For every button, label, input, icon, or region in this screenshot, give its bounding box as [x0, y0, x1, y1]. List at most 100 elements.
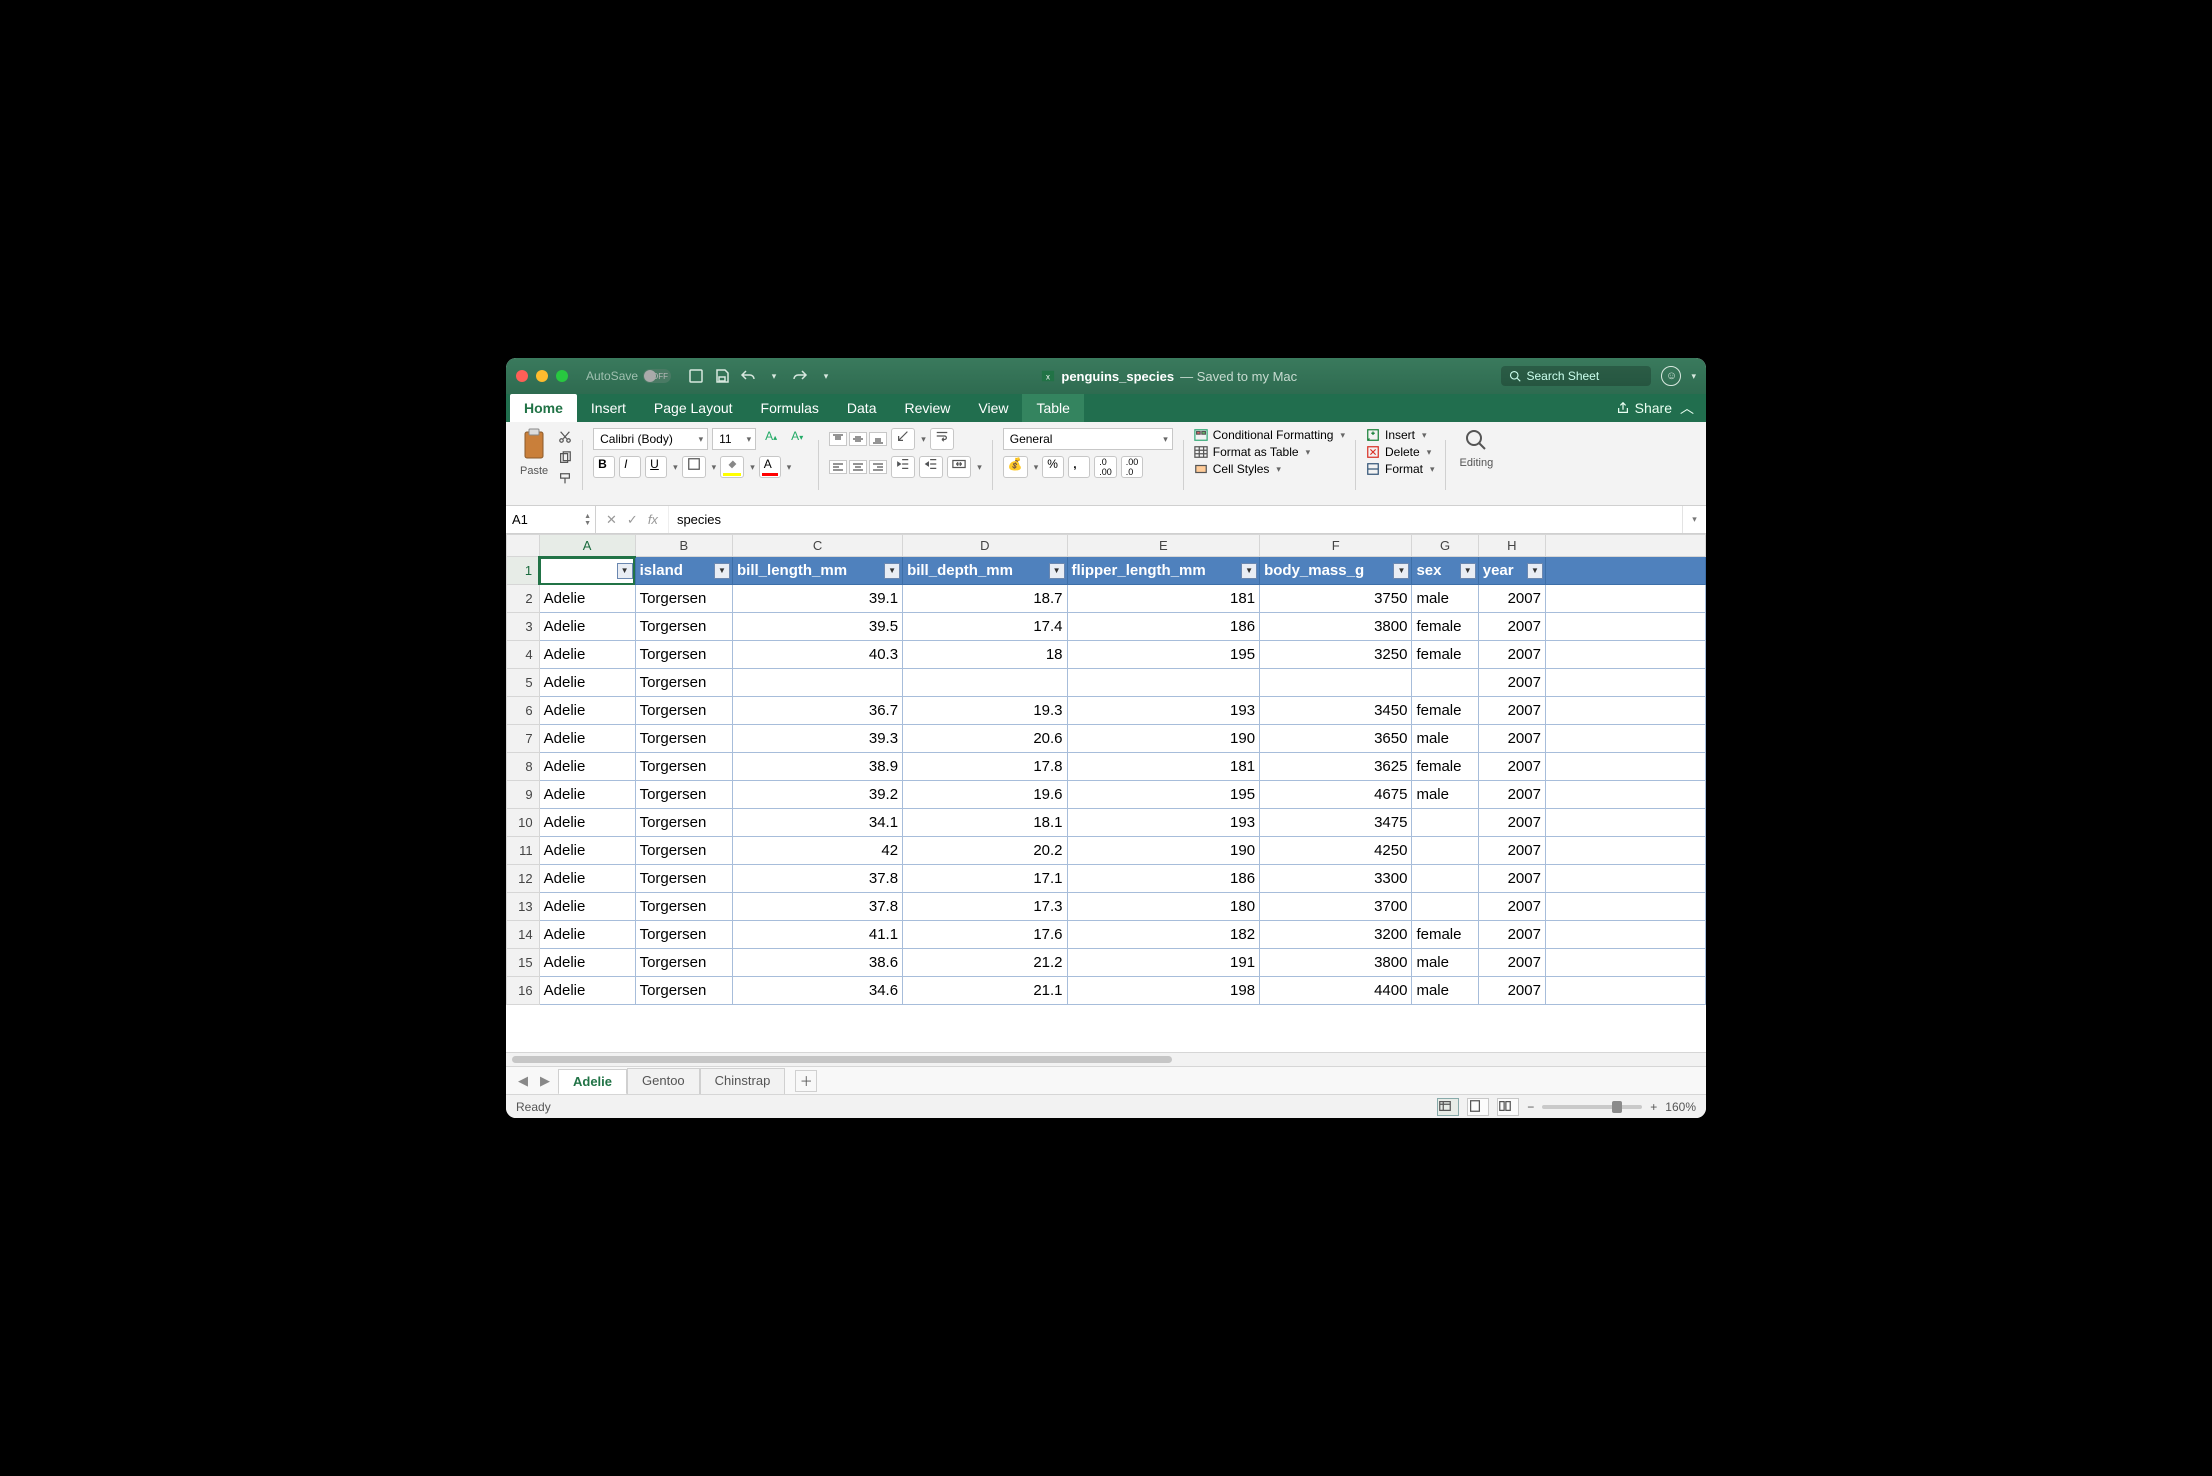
filter-dropdown-icon[interactable]: ▼: [1393, 563, 1409, 579]
zoom-out-button[interactable]: −: [1527, 1100, 1534, 1114]
cell[interactable]: 41.1: [733, 921, 903, 949]
cell[interactable]: Adelie: [539, 613, 635, 641]
cell[interactable]: 2007: [1478, 585, 1545, 613]
cell[interactable]: female: [1412, 921, 1478, 949]
cell[interactable]: Torgersen: [635, 697, 732, 725]
cell[interactable]: male: [1412, 781, 1478, 809]
cell[interactable]: 17.4: [903, 613, 1067, 641]
cell[interactable]: [1545, 977, 1705, 1005]
format-painter-icon[interactable]: [558, 472, 572, 489]
filter-dropdown-icon[interactable]: ▼: [884, 563, 900, 579]
cut-icon[interactable]: [558, 430, 572, 447]
column-header[interactable]: F: [1260, 535, 1412, 557]
table-header-cell[interactable]: year▼: [1478, 557, 1545, 585]
font-size-select[interactable]: 11: [712, 428, 756, 450]
search-sheet-input[interactable]: Search Sheet: [1501, 366, 1651, 386]
cell[interactable]: Torgersen: [635, 753, 732, 781]
cell[interactable]: 37.8: [733, 865, 903, 893]
font-name-select[interactable]: Calibri (Body): [593, 428, 708, 450]
cell[interactable]: 39.1: [733, 585, 903, 613]
cell[interactable]: 186: [1067, 865, 1260, 893]
cell[interactable]: [733, 669, 903, 697]
cell[interactable]: female: [1412, 613, 1478, 641]
align-left-icon[interactable]: [829, 460, 847, 474]
collapse-ribbon-icon[interactable]: ︿: [1680, 398, 1694, 418]
cell[interactable]: [1545, 949, 1705, 977]
row-header[interactable]: 12: [507, 865, 540, 893]
cell[interactable]: Adelie: [539, 893, 635, 921]
cell[interactable]: female: [1412, 641, 1478, 669]
percent-format-icon[interactable]: %: [1042, 456, 1064, 478]
cell[interactable]: [1545, 921, 1705, 949]
cell[interactable]: 17.3: [903, 893, 1067, 921]
comma-format-icon[interactable]: ,: [1068, 456, 1090, 478]
cell[interactable]: [1545, 669, 1705, 697]
cell[interactable]: 20.6: [903, 725, 1067, 753]
cell[interactable]: 193: [1067, 809, 1260, 837]
copy-icon[interactable]: [558, 451, 572, 468]
cell[interactable]: [1545, 557, 1705, 585]
cell[interactable]: 191: [1067, 949, 1260, 977]
cell[interactable]: Torgersen: [635, 641, 732, 669]
table-header-cell[interactable]: bill_depth_mm▼: [903, 557, 1067, 585]
cell[interactable]: 17.1: [903, 865, 1067, 893]
cell[interactable]: [1545, 641, 1705, 669]
cell[interactable]: 3200: [1260, 921, 1412, 949]
cancel-formula-icon[interactable]: ✕: [606, 512, 617, 528]
cell[interactable]: [1412, 893, 1478, 921]
cell[interactable]: 37.8: [733, 893, 903, 921]
decrease-decimal-icon[interactable]: .00.0: [1121, 456, 1144, 478]
row-header[interactable]: 4: [507, 641, 540, 669]
cell[interactable]: male: [1412, 949, 1478, 977]
cell[interactable]: 36.7: [733, 697, 903, 725]
cell-styles-button[interactable]: Cell Styles▾: [1194, 462, 1345, 476]
table-header-cell[interactable]: flipper_length_mm▼: [1067, 557, 1260, 585]
sheet-tab[interactable]: Adelie: [558, 1069, 627, 1095]
redo-icon[interactable]: [789, 365, 811, 387]
cell[interactable]: Adelie: [539, 921, 635, 949]
cell[interactable]: 195: [1067, 781, 1260, 809]
row-header[interactable]: 8: [507, 753, 540, 781]
cell[interactable]: 2007: [1478, 893, 1545, 921]
cell[interactable]: [1545, 697, 1705, 725]
ribbon-tab-data[interactable]: Data: [833, 394, 891, 422]
cell[interactable]: Torgersen: [635, 865, 732, 893]
cell[interactable]: 186: [1067, 613, 1260, 641]
cell[interactable]: Adelie: [539, 809, 635, 837]
cell[interactable]: [1545, 809, 1705, 837]
cell[interactable]: 39.3: [733, 725, 903, 753]
filter-dropdown-icon[interactable]: ▼: [617, 563, 633, 579]
merge-center-icon[interactable]: [947, 456, 971, 478]
cell[interactable]: 180: [1067, 893, 1260, 921]
wrap-text-icon[interactable]: [930, 428, 954, 450]
orientation-icon[interactable]: [891, 428, 915, 450]
cell[interactable]: 2007: [1478, 977, 1545, 1005]
cell[interactable]: 198: [1067, 977, 1260, 1005]
cell[interactable]: [1412, 809, 1478, 837]
cell[interactable]: 2007: [1478, 669, 1545, 697]
cell[interactable]: 2007: [1478, 837, 1545, 865]
accept-formula-icon[interactable]: ✓: [627, 512, 638, 528]
cell[interactable]: 3800: [1260, 613, 1412, 641]
cell[interactable]: 4400: [1260, 977, 1412, 1005]
cell[interactable]: Adelie: [539, 669, 635, 697]
cell[interactable]: 2007: [1478, 753, 1545, 781]
sheet-nav-prev-icon[interactable]: ◀: [514, 1073, 532, 1089]
select-all-corner[interactable]: [507, 535, 540, 557]
qat-customize-icon[interactable]: ▾: [815, 365, 837, 387]
borders-button[interactable]: [682, 456, 706, 478]
cell[interactable]: 3625: [1260, 753, 1412, 781]
cell[interactable]: 3300: [1260, 865, 1412, 893]
row-header[interactable]: 5: [507, 669, 540, 697]
align-top-icon[interactable]: [829, 432, 847, 446]
cell[interactable]: 34.1: [733, 809, 903, 837]
italic-button[interactable]: I: [619, 456, 641, 478]
row-header[interactable]: 2: [507, 585, 540, 613]
cell[interactable]: 17.8: [903, 753, 1067, 781]
cell[interactable]: 182: [1067, 921, 1260, 949]
column-header[interactable]: H: [1478, 535, 1545, 557]
cell[interactable]: Torgersen: [635, 949, 732, 977]
ribbon-tab-formulas[interactable]: Formulas: [747, 394, 833, 422]
increase-indent-icon[interactable]: [919, 456, 943, 478]
cell[interactable]: Torgersen: [635, 585, 732, 613]
